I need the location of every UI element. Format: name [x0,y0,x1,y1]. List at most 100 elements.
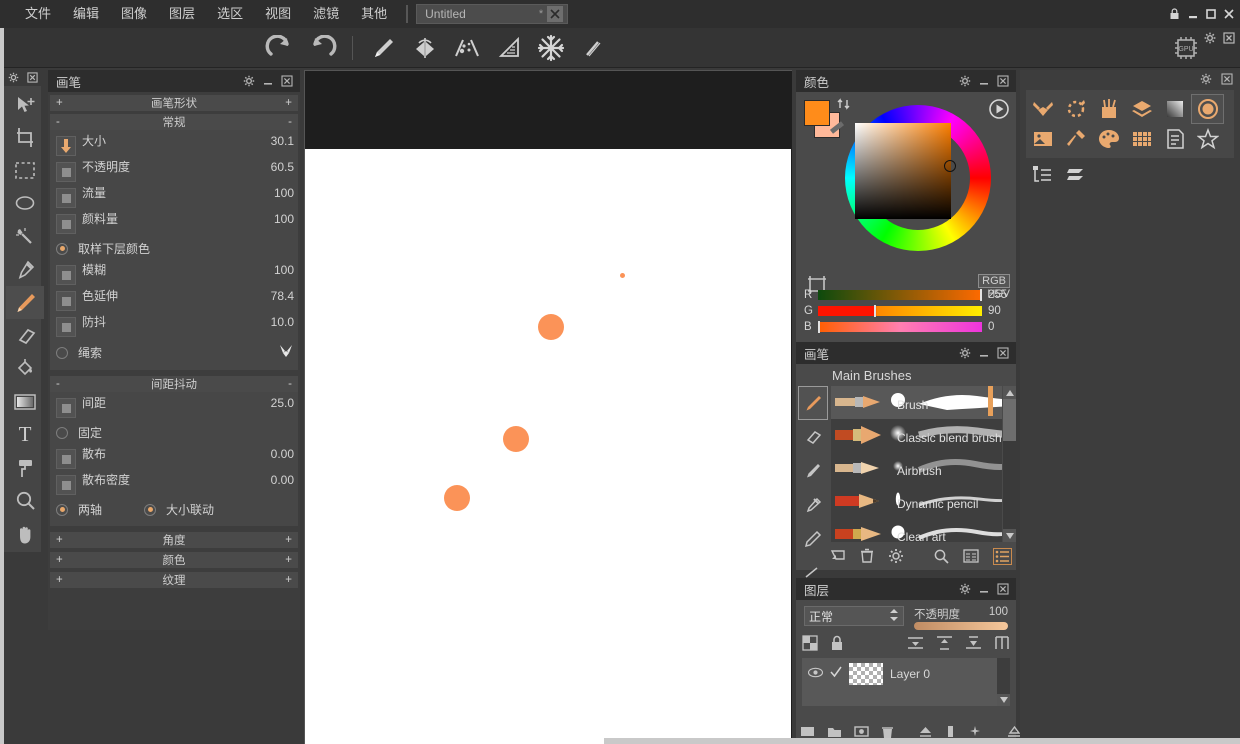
document-tab[interactable]: Untitled * [416,4,569,24]
slider-row[interactable]: 颜料量 100 [54,210,294,236]
layer-list-scrollbar[interactable] [997,658,1010,706]
brush-icon[interactable] [365,31,401,65]
brush-settings-icon[interactable] [1059,94,1092,124]
menu-other[interactable]: 其他 [350,0,398,28]
color-square-picker[interactable] [855,123,951,219]
option-sample-layer[interactable]: 取样下层颜色 [54,236,294,261]
redo-icon[interactable] [304,31,340,65]
window-close-icon[interactable] [1221,7,1236,22]
brush-list-scrollbar[interactable] [1003,386,1016,542]
brush-preset-list[interactable]: Brush Classic blend brush Airbrush Dynam… [831,386,1002,542]
square-icon[interactable] [56,449,76,469]
menu-image[interactable]: 图像 [110,0,158,28]
size-arrow-icon[interactable] [56,136,76,156]
symmetry-icon[interactable] [407,31,443,65]
roller-tool[interactable] [6,451,44,484]
play-circle-icon[interactable] [988,98,1010,125]
layer-name[interactable]: Layer 0 [890,667,930,681]
slider-row[interactable]: 防抖 10.0 [54,313,294,339]
menu-edit[interactable]: 编辑 [62,0,110,28]
magic-wand-tool[interactable] [6,220,44,253]
lock-icon[interactable] [830,635,844,656]
square-icon[interactable] [56,214,76,234]
radio-icon[interactable] [56,242,68,255]
gpu-icon[interactable]: GPU [1170,32,1202,64]
eraser-icon[interactable] [798,420,828,454]
opacity-slider[interactable] [914,622,1008,630]
clip-mask-icon[interactable] [994,635,1010,656]
section-color[interactable]: + 颜色 + [50,552,298,568]
wrench-icon[interactable] [278,343,294,362]
square-icon[interactable] [56,291,76,311]
menu-file[interactable]: 文件 [14,0,62,28]
airbrush-icon[interactable] [798,488,828,522]
brush-preset-item[interactable]: Airbrush [831,452,1002,485]
brush-preset-item[interactable]: Clean art [831,518,1002,542]
slider-row[interactable]: 间距 25.0 [54,394,294,420]
menu-filter[interactable]: 滤镜 [302,0,350,28]
blend-brush-icon[interactable] [798,454,828,488]
scroll-up-icon[interactable] [1003,386,1016,399]
channel-track[interactable] [818,305,982,317]
eraser-tool[interactable] [6,319,44,352]
color-wheel-icon[interactable] [1191,94,1224,124]
document-close-icon[interactable] [547,6,564,22]
text-tool[interactable]: T [6,418,44,451]
merge-down-icon[interactable] [907,635,924,656]
section-general[interactable]: - 常规 - [50,114,298,130]
slider-row[interactable]: 不透明度 60.5 [54,158,294,184]
pan-tool[interactable] [6,517,44,550]
transparency-lock-icon[interactable] [802,634,818,656]
move-tool[interactable] [6,88,44,121]
slider-row[interactable]: 流量 100 [54,184,294,210]
layer-thumbnail[interactable] [849,663,883,685]
eye-icon[interactable] [807,665,824,683]
gear-icon[interactable] [1202,30,1217,45]
palette-icon[interactable] [1092,124,1125,154]
undo-icon[interactable] [262,31,298,65]
blend-mode-select[interactable]: 正常 [804,606,904,626]
search-icon[interactable] [933,548,949,564]
close-icon[interactable] [997,583,1009,595]
close-icon[interactable] [997,347,1009,359]
square-icon[interactable] [56,162,76,182]
maximize-icon[interactable] [1203,7,1218,22]
stack-icon[interactable] [1059,160,1092,190]
canvas-paper[interactable] [305,149,791,744]
scrollbar-thumb[interactable] [1003,399,1016,441]
radio-icon[interactable] [56,426,68,439]
radio-icon[interactable] [56,503,68,516]
menu-view[interactable]: 视图 [254,0,302,28]
section-spacing-jitter[interactable]: - 间距抖动 - [50,376,298,392]
close-icon[interactable] [1219,72,1234,87]
slider-row[interactable]: 散布 0.00 [54,445,294,471]
layers-icon[interactable] [1125,94,1158,124]
list-view-icon[interactable] [993,547,1012,565]
menu-layer[interactable]: 图层 [158,0,206,28]
channel-row-b[interactable]: B 0 [804,320,1008,334]
brush-tool[interactable] [6,286,44,319]
scroll-down-icon[interactable] [997,694,1010,706]
snowflake-symmetry-icon[interactable] [533,31,569,65]
pencil-icon[interactable] [798,522,828,556]
section-texture[interactable]: + 纹理 + [50,572,298,588]
check-icon[interactable] [830,665,842,683]
brush-preset-item[interactable]: Classic blend brush [831,419,1002,452]
gear-icon[interactable] [243,75,255,87]
lasso-tool[interactable] [6,187,44,220]
square-icon[interactable] [56,475,76,495]
gear-icon[interactable] [888,548,904,564]
slider-row[interactable]: 大小 30.1 [54,132,294,158]
layer-list[interactable]: Layer 0 [802,658,1010,706]
scroll-down-icon[interactable] [1003,529,1016,542]
gear-icon[interactable] [959,75,971,87]
flatten-icon[interactable] [965,635,982,656]
gradient-icon[interactable] [1158,94,1191,124]
color-mode-rgb[interactable]: RGB [978,274,1010,288]
channel-row-g[interactable]: G 90 [804,304,1008,318]
star-icon[interactable] [1191,124,1224,154]
close-icon[interactable] [997,75,1009,87]
brush-preset-item[interactable]: Brush [831,386,1002,419]
hammer-icon[interactable] [1059,124,1092,154]
foreground-color-swatch[interactable] [804,100,830,126]
